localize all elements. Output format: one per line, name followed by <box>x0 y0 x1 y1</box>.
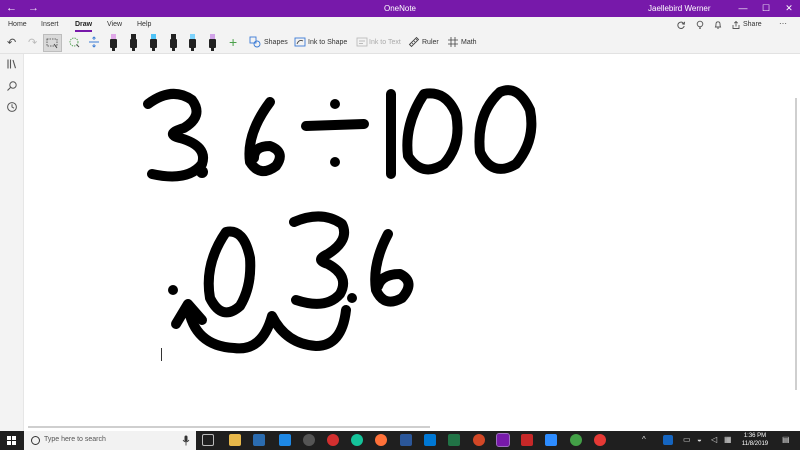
ink-to-text-icon[interactable] <box>356 36 368 48</box>
vertical-scrollbar[interactable] <box>795 98 797 390</box>
show-hidden-icons[interactable]: ^ <box>642 435 646 444</box>
ink-digit-6 <box>244 97 285 177</box>
horizontal-scrollbar[interactable] <box>28 426 430 428</box>
windows-taskbar: Type here to search ^ ▭ ◒ ◁ ▦ 1:36 PM 11… <box>0 431 800 450</box>
ink-digit-0 <box>203 226 256 318</box>
dropbox-tray-icon[interactable]: ▭ <box>683 435 691 444</box>
messenger-icon[interactable] <box>545 434 557 446</box>
add-pen-icon[interactable]: + <box>229 34 237 50</box>
excel-icon[interactable] <box>448 434 460 446</box>
undo-icon[interactable]: ↶ <box>7 36 16 50</box>
store-icon[interactable] <box>253 434 265 446</box>
network-tray-icon[interactable]: ◒ <box>697 435 702 444</box>
clock-time: 1:36 PM <box>743 433 767 439</box>
bell-icon[interactable] <box>713 20 723 30</box>
pen-1[interactable] <box>110 34 117 51</box>
ink-digit-0b <box>474 85 537 174</box>
microphone-icon[interactable] <box>182 435 190 446</box>
close-button[interactable]: ✕ <box>778 0 800 17</box>
pen-3[interactable] <box>150 34 157 51</box>
onenote-icon[interactable] <box>496 433 510 447</box>
ink-to-shape-icon[interactable] <box>294 36 306 48</box>
task-view-icon[interactable] <box>202 434 214 446</box>
windows-logo-icon <box>7 436 16 445</box>
ink-decimal-point-new <box>168 285 178 295</box>
title-bar: ← → OneNote Jaellebird Werner — ☐ ✕ <box>0 0 800 17</box>
notifications-icon[interactable]: ▤ <box>782 435 790 444</box>
shapes-icon[interactable] <box>249 36 261 48</box>
notebooks-icon[interactable] <box>6 58 18 70</box>
more-options-icon[interactable]: ⋯ <box>779 19 787 28</box>
menu-bar: Home Insert Draw View Help Share ⋯ <box>0 17 800 32</box>
taskbar-search-box[interactable]: Type here to search <box>24 431 196 450</box>
redo-icon[interactable]: ↷ <box>28 36 37 50</box>
vscode-icon[interactable] <box>279 434 291 446</box>
taskbar-search-placeholder: Type here to search <box>44 436 106 443</box>
handwritten-ink <box>143 85 537 354</box>
pen-4[interactable] <box>170 34 177 51</box>
volume-tray-icon[interactable]: ◁ <box>711 435 717 444</box>
tab-insert[interactable]: Insert <box>41 21 59 28</box>
lasso-select-button[interactable] <box>43 34 62 52</box>
left-sidebar <box>0 54 24 431</box>
lasso-icon <box>46 38 58 49</box>
share-button[interactable]: Share <box>743 21 762 28</box>
share-icon[interactable] <box>731 20 741 30</box>
pen-5[interactable] <box>189 34 196 51</box>
recent-notes-icon[interactable] <box>6 101 18 113</box>
tab-view[interactable]: View <box>107 21 122 28</box>
ink-decimal-point <box>196 166 208 178</box>
ink-digit-0a <box>402 88 463 175</box>
tab-home[interactable]: Home <box>8 21 27 28</box>
ruler-icon[interactable] <box>408 36 420 48</box>
ink-digit-6 <box>370 229 414 307</box>
ink-to-text-button[interactable]: Ink to Text <box>369 39 401 46</box>
pen-2[interactable] <box>130 34 137 51</box>
ink-division-bar <box>301 119 369 131</box>
mail-icon[interactable] <box>424 434 436 446</box>
ink-division-dot-bottom <box>330 157 340 167</box>
ink-digit-3 <box>289 211 350 309</box>
start-button[interactable] <box>0 431 24 450</box>
draw-ribbon: ↶ ↷ + Shapes Ink to Shape Ink to Text Ru… <box>0 32 800 54</box>
math-icon[interactable] <box>447 36 459 48</box>
ink-division-dot-top <box>330 99 340 109</box>
ink-digit-3 <box>143 89 208 182</box>
math-button[interactable]: Math <box>461 39 477 46</box>
sync-icon[interactable] <box>676 20 686 30</box>
insert-space-icon[interactable] <box>88 36 100 48</box>
acrobat-icon[interactable] <box>521 434 533 446</box>
powerpoint-icon[interactable] <box>473 434 485 446</box>
ink-move-arrow <box>183 301 351 354</box>
search-icon[interactable] <box>6 80 18 92</box>
ink-decimal-point-original <box>347 293 357 303</box>
file-explorer-icon[interactable] <box>229 434 241 446</box>
taskbar-clock[interactable]: 1:36 PM 11/8/2019 <box>735 432 775 448</box>
chrome-icon[interactable] <box>570 434 582 446</box>
eraser-icon[interactable] <box>68 36 80 48</box>
minimize-button[interactable]: — <box>732 0 754 17</box>
shapes-button[interactable]: Shapes <box>264 39 288 46</box>
tab-help[interactable]: Help <box>137 21 151 28</box>
pinterest-icon[interactable] <box>327 434 339 446</box>
word-icon[interactable] <box>400 434 412 446</box>
ruler-button[interactable]: Ruler <box>422 39 439 46</box>
user-name[interactable]: Jaellebird Werner <box>648 4 711 13</box>
highlighter-1[interactable] <box>209 34 216 51</box>
note-canvas[interactable] <box>24 54 800 431</box>
lightbulb-icon[interactable] <box>695 20 705 30</box>
maximize-button[interactable]: ☐ <box>755 0 777 17</box>
text-caret <box>161 348 162 361</box>
tab-draw[interactable]: Draw <box>75 21 93 32</box>
firefox-icon[interactable] <box>375 434 387 446</box>
help-tray-icon[interactable] <box>663 435 673 445</box>
ink-to-shape-button[interactable]: Ink to Shape <box>308 39 347 46</box>
search-icon <box>31 436 40 445</box>
edge-icon[interactable] <box>303 434 315 446</box>
keyboard-tray-icon[interactable]: ▦ <box>724 435 732 444</box>
clock-date: 11/8/2019 <box>741 441 769 447</box>
media-app-icon[interactable] <box>594 434 606 446</box>
grammarly-icon[interactable] <box>351 434 363 446</box>
